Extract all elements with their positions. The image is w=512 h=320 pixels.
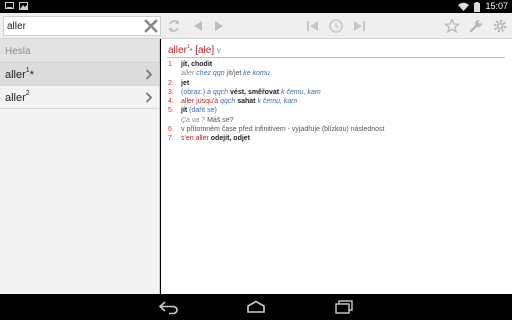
sense-number: 5. (168, 107, 174, 115)
sense-body: jet (181, 79, 508, 88)
list-item-word: aller (5, 69, 26, 81)
chevron-right-icon (145, 69, 153, 80)
sense-number: 2. (168, 79, 174, 87)
last-icon[interactable] (352, 18, 368, 34)
headword-divider (167, 57, 505, 58)
sense-text: s'en aller (181, 135, 209, 143)
sense-text: vést, směřovat (228, 88, 282, 96)
example-text: chez qqn (196, 70, 225, 78)
sense-number: 1. (168, 61, 174, 68)
sense-definition: aller jusqu'à qqch sahat k čemu, kam (181, 97, 508, 106)
sense-body: v přítomném čase před infinitivem - vyja… (181, 125, 508, 134)
battery-icon (474, 1, 481, 12)
example-text: Máš se? (205, 116, 234, 124)
sense-text: (dařit se) (187, 107, 217, 115)
sense-text: aller jusqu'à (181, 98, 219, 106)
sense-body: jít, chodit aller chez qqn jít/jet ke kom… (181, 60, 508, 79)
sense-text: qqch (218, 98, 236, 106)
sense-number: 4. (168, 98, 174, 106)
sense-item: 2. jet (168, 79, 508, 88)
search-box (3, 16, 161, 36)
list-item-mark: * (29, 69, 34, 81)
sense-item: 7. s'en aller odejít, odjet (168, 134, 508, 143)
sense-body: jít (dařit se) Ça va ? Máš se? (181, 106, 508, 125)
navigation-bar (0, 294, 512, 320)
sense-item: 1. jít, chodit aller chez qqn jít/jet ke k… (168, 60, 508, 79)
sense-text: v přítomném čase před infinitivem - vyja… (181, 126, 385, 134)
sense-item: 4. aller jusqu'à qqch sahat k čemu, kam (168, 97, 508, 106)
sense-text: à qqch (207, 88, 229, 96)
clear-search-icon[interactable] (144, 19, 158, 33)
sense-number: 3. (168, 88, 174, 96)
sense-definition: jít (dařit se) (181, 106, 508, 115)
sense-text: k čemu, kam (257, 98, 298, 106)
back-icon[interactable] (190, 18, 206, 34)
screen-notification-icon (5, 2, 14, 9)
sense-list: 1. jít, chodit aller chez qqn jít/jet ke k… (168, 60, 508, 144)
sense-text: odejít, odjet (208, 135, 251, 143)
example-text: jít/jet (224, 70, 244, 78)
home-nav-icon[interactable] (245, 299, 267, 315)
sense-example: Ça va ? Máš se? (181, 116, 508, 125)
list-header: Hesla (0, 39, 159, 63)
sense-text: sahat (235, 98, 258, 106)
entry-pane: aller1* [ale] v 1. jít, chodit aller chez … (161, 39, 512, 294)
history-icon[interactable] (328, 18, 344, 34)
sense-definition: jít, chodit (181, 60, 508, 69)
refresh-icon[interactable] (166, 18, 182, 34)
sense-definition: jet (181, 79, 508, 88)
chevron-right-icon (145, 92, 153, 103)
sense-body: s'en aller odejít, odjet (181, 134, 508, 143)
example-text: Ça va ? (181, 116, 206, 124)
pronunciation: [ale] (195, 45, 215, 56)
wifi-icon (458, 2, 470, 11)
sense-text: jet (181, 79, 190, 87)
clock: 15:07 (485, 1, 508, 11)
headword-list-pane: Hesla aller1* aller2 (0, 39, 160, 294)
back-nav-icon[interactable] (158, 299, 180, 315)
headword-text: aller (168, 45, 187, 56)
list-item-sup: 1 (25, 67, 30, 74)
status-bar: 15:07 (0, 0, 512, 13)
wrench-icon[interactable] (468, 18, 484, 34)
headword-mark: * (189, 48, 193, 55)
sense-definition: v přítomném čase před infinitivem - vyja… (181, 125, 508, 134)
example-text: aller (181, 70, 197, 78)
forward-icon[interactable] (211, 18, 227, 34)
sense-definition: s'en aller odejít, odjet (181, 134, 508, 143)
sense-example: aller chez qqn jít/jet ke komu (181, 69, 508, 78)
star-icon[interactable] (444, 18, 460, 34)
recents-nav-icon[interactable] (333, 299, 355, 315)
sense-item: 5. jít (dařit se) Ça va ? Máš se? (168, 106, 508, 125)
image-notification-icon (19, 2, 28, 10)
settings-icon[interactable] (492, 18, 508, 34)
sense-definition: (obraz.) à qqch vést, směřovat k čemu, k… (181, 88, 508, 97)
sense-body: aller jusqu'à qqch sahat k čemu, kam (181, 97, 508, 106)
headword-sup: 1 (186, 44, 190, 50)
example-text: ke komu (243, 70, 270, 78)
sense-text: (obraz.) (181, 88, 208, 96)
entry-headword: aller1* [ale] v (168, 44, 221, 56)
sense-item: 3. (obraz.) à qqch vést, směřovat k čemu,… (168, 88, 508, 97)
sense-number: 6. (168, 126, 174, 134)
first-icon[interactable] (304, 18, 320, 34)
part-of-speech: v (216, 46, 221, 55)
list-item[interactable]: aller2 (0, 86, 159, 109)
sense-item: 6. v přítomném čase před infinitivem - vy… (168, 125, 508, 134)
sense-text: jít, chodit (181, 61, 213, 68)
toolbar (0, 13, 512, 39)
list-item[interactable]: aller1* (0, 63, 159, 86)
sense-text: k čemu, kam (281, 88, 321, 96)
sense-number: 7. (168, 135, 174, 143)
search-input[interactable] (7, 19, 142, 34)
sense-body: (obraz.) à qqch vést, směřovat k čemu, k… (181, 88, 508, 97)
list-item-word: aller (5, 92, 26, 104)
list-item-sup: 2 (25, 90, 30, 97)
